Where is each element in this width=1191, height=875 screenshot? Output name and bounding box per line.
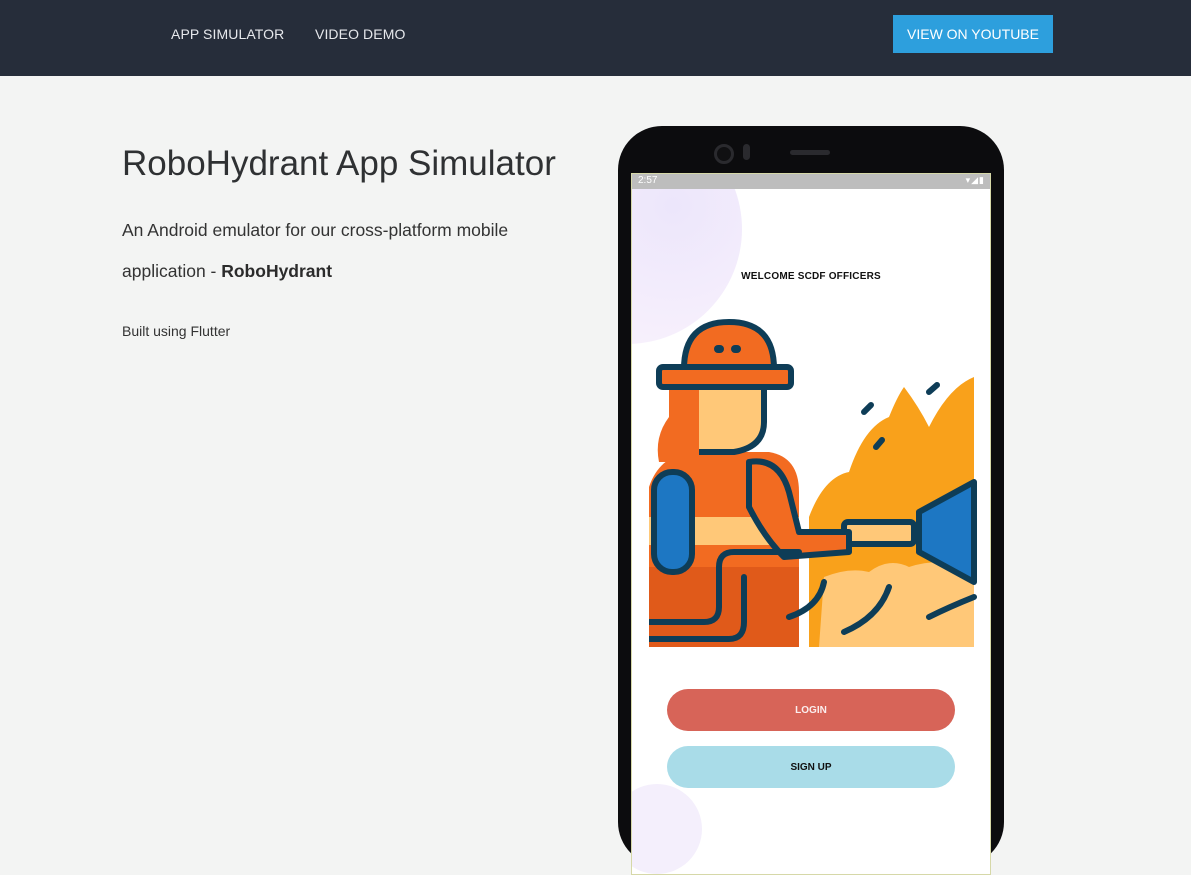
built-with-text: Built using Flutter: [122, 323, 231, 339]
phone-sensor: [743, 144, 750, 160]
helmet-flap: [657, 387, 699, 462]
welcome-heading: WELCOME SCDF OFFICERS: [741, 271, 881, 282]
app-name-bold: RoboHydrant: [221, 261, 333, 281]
status-time: 2:57: [638, 175, 658, 186]
lower-coat: [649, 567, 799, 647]
view-on-youtube-button[interactable]: VIEW ON YOUTUBE: [893, 15, 1053, 53]
helmet-detail: [714, 345, 724, 353]
emulator-screen[interactable]: 2:57 ▾◢▮ WELCOME SCDF OFFICERS LOGIN SIG…: [631, 173, 991, 875]
nav-video-demo-link[interactable]: VIDEO DEMO: [315, 26, 405, 42]
spark: [861, 402, 874, 415]
hose-nozzle: [841, 519, 917, 547]
page-title: RoboHydrant App Simulator: [122, 144, 556, 183]
firefighter-illustration: [649, 318, 977, 647]
spark: [926, 382, 940, 395]
status-icons: ▾◢▮: [965, 175, 985, 185]
hero-description: An Android emulator for our cross-platfo…: [122, 210, 562, 292]
sign-up-button[interactable]: SIGN UP: [667, 746, 955, 788]
nav-app-simulator-link[interactable]: APP SIMULATOR: [171, 26, 284, 42]
android-emulator-phone: 2:57 ▾◢▮ WELCOME SCDF OFFICERS LOGIN SIG…: [618, 126, 1004, 875]
phone-camera: [714, 144, 734, 164]
login-button[interactable]: LOGIN: [667, 689, 955, 731]
top-navbar: APP SIMULATOR VIDEO DEMO VIEW ON YOUTUBE: [0, 0, 1191, 76]
helmet-dome: [680, 318, 778, 372]
helmet-detail: [731, 345, 741, 353]
android-status-bar: 2:57 ▾◢▮: [632, 174, 990, 189]
decorative-blob: [632, 784, 702, 874]
helmet-brim: [656, 364, 794, 390]
phone-speaker: [790, 150, 830, 155]
oxygen-tank: [651, 469, 695, 575]
